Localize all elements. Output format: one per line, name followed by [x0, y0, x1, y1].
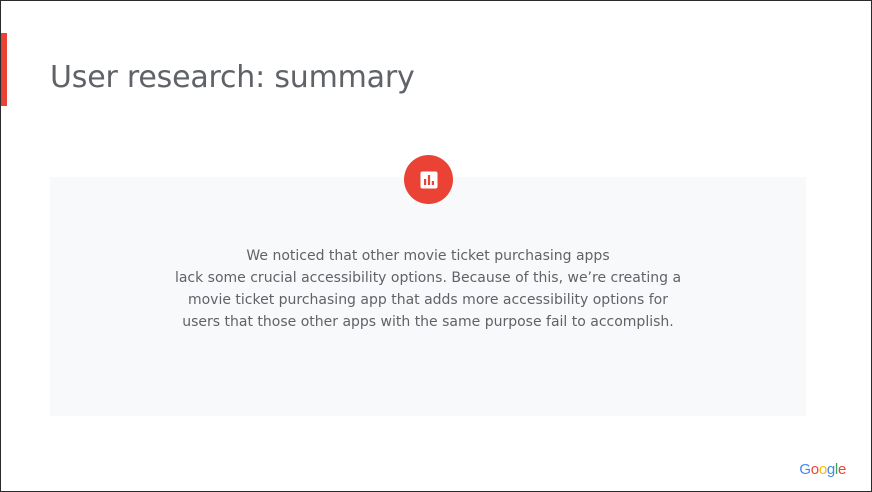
logo-letter: e	[837, 461, 846, 478]
bar-chart-icon	[420, 171, 437, 188]
logo-letter: G	[799, 461, 811, 478]
slide-title: User research: summary	[50, 60, 415, 95]
google-logo: Google	[799, 461, 846, 479]
summary-line: movie ticket purchasing app that adds mo…	[187, 292, 669, 308]
logo-letter: g	[826, 461, 835, 478]
summary-text: We noticed that other movie ticket purch…	[50, 245, 806, 333]
accent-bar	[1, 33, 7, 106]
logo-letter: o	[810, 461, 819, 478]
bar-chart-badge	[404, 155, 453, 204]
summary-line: lack some crucial accessibility options.…	[174, 270, 682, 286]
logo-letter: o	[818, 461, 827, 478]
slide: User research: summary We noticed that o…	[0, 0, 872, 492]
summary-line: We noticed that other movie ticket purch…	[246, 248, 610, 264]
summary-line: users that those other apps with the sam…	[182, 314, 674, 330]
